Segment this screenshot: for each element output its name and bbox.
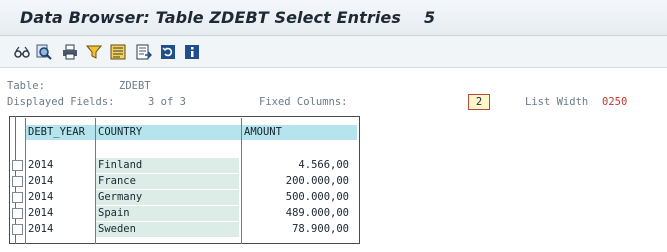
cell-debt-year: 2014 [28, 159, 54, 171]
fixed-columns-label: Fixed Columns: [259, 96, 348, 108]
cell-debt-year: 2014 [28, 191, 54, 203]
cell-debt-year: 2014 [28, 175, 54, 187]
application-toolbar [0, 36, 667, 68]
cell-country: France [96, 174, 239, 189]
info-icon[interactable] [184, 44, 200, 60]
table-row[interactable]: 2014 Spain 489.000,00 [0, 206, 667, 222]
window-title: Data Browser: Table ZDEBT Select Entries [20, 8, 401, 27]
table-row[interactable]: 2014 France 200.000,00 [0, 174, 667, 190]
list-width-label: List Width [525, 96, 589, 108]
cell-country: Finland [96, 158, 239, 173]
table-row[interactable]: 2014 Finland 4.566,00 [0, 158, 667, 174]
search-icon[interactable] [36, 44, 52, 60]
column-header-debt-year[interactable]: DEBT_YEAR [26, 125, 95, 140]
cell-country: Germany [96, 190, 239, 205]
row-select-checkbox[interactable] [12, 208, 23, 219]
content-area: Table: ZDEBT Displayed Fields: 3 of 3 Fi… [0, 68, 667, 252]
table-label: Table: [7, 80, 45, 92]
cell-country: Spain [96, 206, 239, 221]
export-icon[interactable] [136, 44, 152, 60]
cell-amount: 500.000,00 [242, 190, 353, 205]
layout-icon[interactable] [110, 44, 126, 60]
title-bar: Data Browser: Table ZDEBT Select Entries… [0, 0, 667, 36]
cell-debt-year: 2014 [28, 223, 54, 235]
glasses-icon[interactable] [14, 44, 30, 60]
table-row[interactable]: 2014 Germany 500.000,00 [0, 190, 667, 206]
row-select-checkbox[interactable] [12, 176, 23, 187]
filter-icon[interactable] [86, 44, 102, 60]
print-icon[interactable] [62, 44, 78, 60]
column-header-country[interactable]: COUNTRY [96, 125, 241, 140]
row-select-checkbox[interactable] [12, 224, 23, 235]
row-select-checkbox[interactable] [12, 192, 23, 203]
displayed-fields-value: 3 of 3 [148, 96, 186, 108]
displayed-fields-label: Displayed Fields: [7, 96, 115, 108]
table-name: ZDEBT [119, 80, 151, 92]
fixed-columns-input[interactable]: 2 [468, 94, 490, 110]
cell-debt-year: 2014 [28, 207, 54, 219]
row-select-checkbox[interactable] [12, 160, 23, 171]
cell-amount: 489.000,00 [242, 206, 353, 221]
column-header-amount[interactable]: AMOUNT [242, 125, 357, 140]
cell-amount: 78.900,00 [242, 222, 353, 237]
cell-country: Sweden [96, 222, 239, 237]
entry-count: 5 [424, 8, 436, 27]
cell-amount: 200.000,00 [242, 174, 353, 189]
list-width-value: 0250 [602, 96, 628, 108]
cell-amount: 4.566,00 [242, 158, 353, 173]
refresh-icon[interactable] [160, 44, 176, 60]
table-row[interactable]: 2014 Sweden 78.900,00 [0, 222, 667, 238]
grid-top-border [9, 116, 360, 117]
